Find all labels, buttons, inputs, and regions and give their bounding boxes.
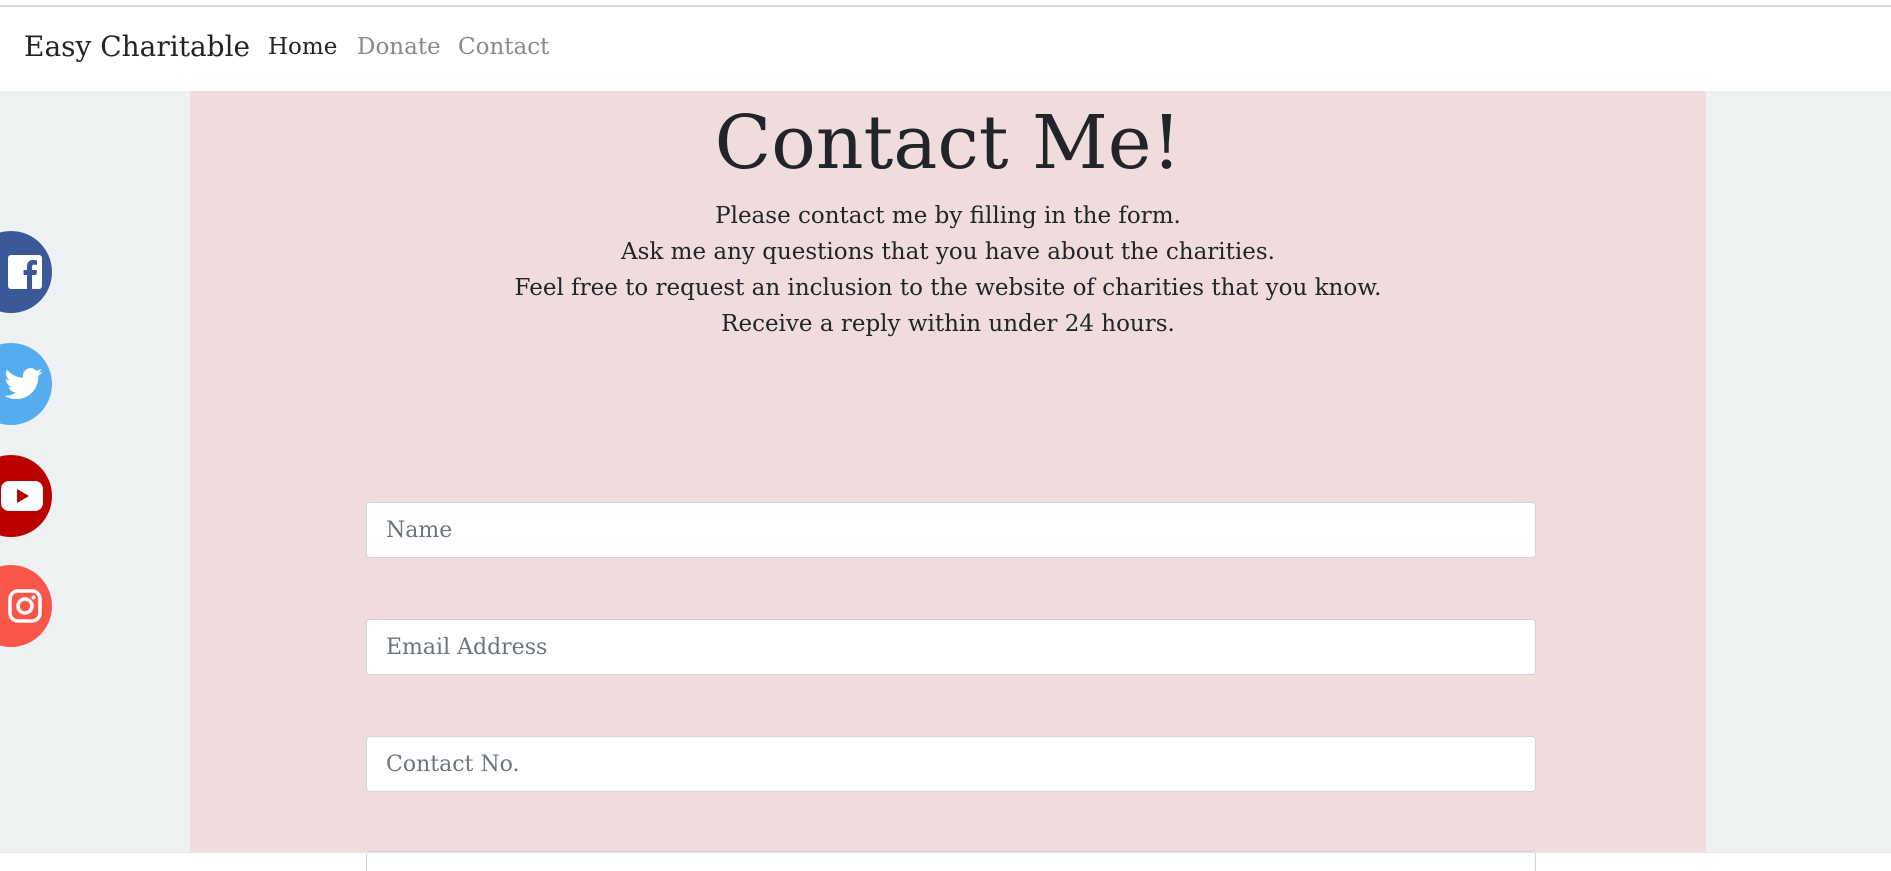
twitter-icon	[5, 368, 43, 400]
nav-donate-link[interactable]: Donate	[357, 34, 441, 60]
intro-line: Receive a reply within under 24 hours.	[721, 311, 1175, 337]
name-input[interactable]	[366, 502, 1536, 558]
page-title: Contact Me!	[714, 100, 1182, 186]
youtube-icon	[1, 481, 43, 511]
facebook-icon	[7, 254, 43, 290]
next-field-partial[interactable]	[366, 851, 1536, 871]
intro-line: Ask me any questions that you have about…	[621, 239, 1275, 265]
nav-home-link[interactable]: Home	[268, 34, 337, 60]
email-input[interactable]	[366, 619, 1536, 675]
intro-line: Please contact me by filling in the form…	[715, 203, 1181, 229]
nav-contact-link[interactable]: Contact	[458, 34, 549, 60]
instagram-icon	[7, 588, 43, 624]
brand-link[interactable]: Easy Charitable	[24, 30, 250, 63]
intro-text: Please contact me by filling in the form…	[190, 198, 1706, 342]
intro-line: Feel free to request an inclusion to the…	[514, 275, 1382, 301]
contact-section: Contact Me! Please contact me by filling…	[190, 91, 1706, 871]
navbar: Easy Charitable Home Donate Contact	[0, 7, 1891, 91]
contact-number-input[interactable]	[366, 736, 1536, 792]
